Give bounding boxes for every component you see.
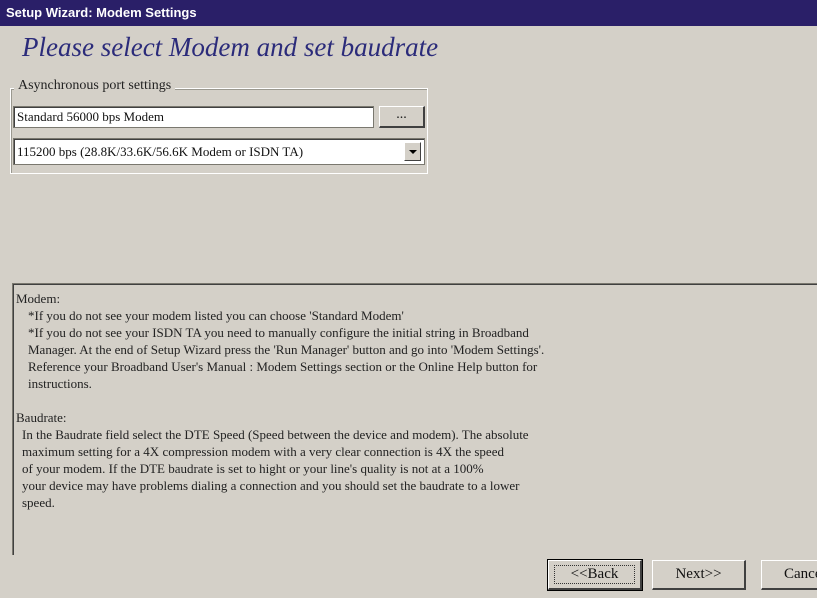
help-line: *If you do not see your ISDN TA you need… (28, 325, 529, 340)
help-spacer (16, 392, 817, 409)
help-heading-baudrate: Baudrate: (16, 410, 67, 425)
setup-wizard-window: Setup Wizard: Modem Settings Please sele… (0, 0, 817, 598)
baudrate-select[interactable]: 115200 bps (28.8K/33.6K/56.6K Modem or I… (13, 138, 425, 165)
port-settings-group-label: Asynchronous port settings (14, 78, 176, 94)
back-button-label: <<Back (570, 566, 619, 582)
chevron-down-icon[interactable] (404, 142, 421, 161)
help-line: Reference your Broadband User's Manual :… (28, 359, 538, 374)
modem-field[interactable]: Standard 56000 bps Modem (13, 106, 374, 128)
help-text-box[interactable]: Modem: *If you do not see your modem lis… (12, 283, 817, 555)
help-line: maximum setting for a 4X compression mod… (22, 444, 504, 459)
help-line: speed. (22, 495, 55, 510)
help-heading-modem: Modem: (16, 291, 61, 306)
help-line: In the Baudrate field select the DTE Spe… (22, 427, 529, 442)
help-line: of your modem. If the DTE baudrate is se… (22, 461, 484, 476)
back-button[interactable]: <<Back (547, 559, 643, 591)
help-line: instructions. (28, 376, 92, 391)
window-titlebar[interactable]: Setup Wizard: Modem Settings (0, 0, 817, 26)
next-button[interactable]: Next>> (652, 560, 746, 590)
window-title: Setup Wizard: Modem Settings (6, 5, 197, 20)
browse-modem-button[interactable]: ... (379, 106, 425, 128)
help-line: Manager. At the end of Setup Wizard pres… (28, 342, 545, 357)
help-line: your device may have problems dialing a … (22, 478, 520, 493)
baudrate-select-value: 115200 bps (28.8K/33.6K/56.6K Modem or I… (17, 144, 304, 159)
page-heading: Please select Modem and set baudrate (22, 32, 439, 62)
next-button-label: Next>> (675, 566, 722, 582)
cancel-button-label: Cancel (784, 566, 817, 582)
help-line: *If you do not see your modem listed you… (28, 308, 404, 323)
cancel-button[interactable]: Cancel (761, 560, 817, 590)
